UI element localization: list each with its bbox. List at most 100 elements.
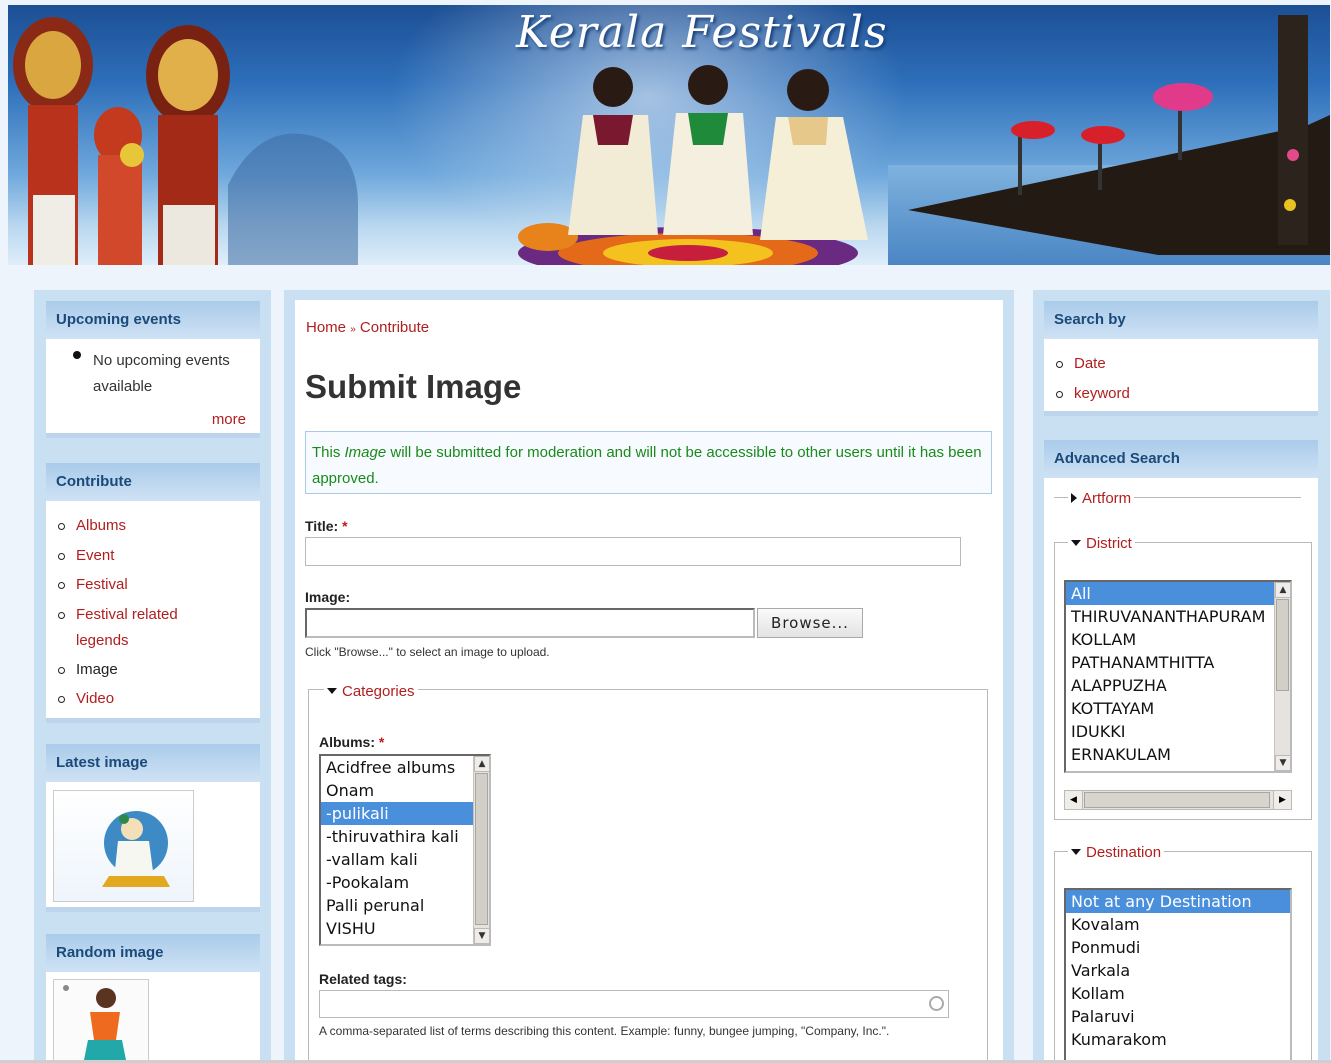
date-link[interactable]: Date: [1074, 355, 1106, 372]
random-image-thumbnail[interactable]: [53, 979, 149, 1063]
district-scrollbar[interactable]: ▲ ▼: [1274, 582, 1290, 771]
related-tags-help: A comma-separated list of terms describi…: [319, 1024, 890, 1038]
album-option[interactable]: VISHU: [321, 917, 489, 940]
albums-link[interactable]: Albums: [76, 517, 126, 534]
more-link[interactable]: more: [212, 411, 246, 428]
destination-legend-text[interactable]: Destination: [1086, 844, 1161, 861]
album-option[interactable]: -Pookalam: [321, 871, 489, 894]
latest-image-thumbnail[interactable]: [53, 790, 194, 902]
district-legend-text[interactable]: District: [1086, 535, 1132, 552]
triangle-right-icon: [1071, 493, 1077, 503]
artform-legend[interactable]: Artform: [1068, 490, 1135, 507]
albums-scrollbar[interactable]: ▲ ▼: [473, 756, 489, 944]
destination-option[interactable]: Kumarakom: [1066, 1028, 1290, 1051]
destination-option[interactable]: Kollam: [1066, 982, 1290, 1005]
district-select[interactable]: All THIRUVANANTHAPURAM KOLLAM PATHANAMTH…: [1064, 580, 1292, 773]
image-file-input[interactable]: [305, 608, 755, 638]
block-title: Upcoming events: [46, 301, 260, 339]
keyword-link[interactable]: keyword: [1074, 385, 1130, 402]
scroll-up-arrow-icon[interactable]: ▲: [474, 756, 489, 772]
destination-option[interactable]: Palaruvi: [1066, 1005, 1290, 1028]
album-option[interactable]: -vallam kali: [321, 848, 489, 871]
district-legend[interactable]: District: [1068, 535, 1135, 552]
contribute-item-image[interactable]: Image: [46, 657, 260, 683]
block-title: Latest image: [46, 744, 260, 782]
search-by-date[interactable]: Date: [1044, 351, 1130, 377]
image-help-text: Click "Browse..." to select an image to …: [305, 645, 550, 659]
breadcrumb: Home » Contribute: [306, 319, 429, 336]
scroll-thumb[interactable]: [475, 773, 488, 925]
search-by-list: Date keyword: [1044, 351, 1130, 407]
destination-option[interactable]: Kovalam: [1066, 913, 1290, 936]
latest-image-block: Latest image: [46, 744, 260, 912]
district-option[interactable]: ALAPPUZHA: [1066, 674, 1290, 697]
albums-label-text: Albums:: [319, 734, 375, 750]
album-option[interactable]: Acidfree albums: [321, 756, 489, 779]
categories-legend-text[interactable]: Categories: [342, 683, 415, 700]
destination-option-selected[interactable]: Not at any Destination: [1066, 890, 1290, 913]
contribute-item-legends[interactable]: Festival related legends: [46, 602, 216, 654]
festival-link[interactable]: Festival: [76, 576, 128, 593]
district-option[interactable]: KOTTAYAM: [1066, 697, 1290, 720]
block-title: Advanced Search: [1044, 440, 1318, 478]
bullet-icon: [73, 351, 81, 359]
main-content: Home » Contribute Submit Image This Imag…: [295, 300, 1003, 1063]
breadcrumb-separator: »: [350, 324, 356, 335]
destination-select[interactable]: Not at any Destination Kovalam Ponmudi V…: [1064, 888, 1292, 1063]
contribute-list: Albums Event Festival Festival related l…: [46, 513, 260, 712]
block-title: Search by: [1044, 301, 1318, 339]
albums-select[interactable]: Acidfree albums Onam -pulikali -thiruvat…: [319, 754, 491, 946]
krishna-illustration: [102, 811, 170, 887]
destination-legend[interactable]: Destination: [1068, 844, 1165, 861]
district-horizontal-scrollbar[interactable]: ◀ ▶: [1064, 790, 1292, 810]
image-current[interactable]: Image: [76, 661, 118, 678]
title-input[interactable]: [305, 537, 961, 566]
related-tags-input[interactable]: [319, 990, 949, 1018]
destination-option[interactable]: Varkala: [1066, 959, 1290, 982]
district-option[interactable]: ERNAKULAM: [1066, 743, 1290, 766]
upcoming-events-block: Upcoming events No upcoming events avail…: [46, 301, 260, 438]
legends-link[interactable]: Festival related legends: [76, 606, 178, 649]
title-label: Title: *: [305, 518, 348, 534]
scroll-thumb[interactable]: [1084, 792, 1270, 808]
throbber-icon: [929, 996, 944, 1011]
scroll-thumb[interactable]: [1276, 599, 1289, 691]
album-option[interactable]: -thiruvathira kali: [321, 825, 489, 848]
scroll-right-arrow-icon[interactable]: ▶: [1273, 791, 1291, 809]
notice-emphasis: Image: [344, 444, 387, 461]
block-footer: [46, 907, 260, 912]
triangle-down-icon: [327, 688, 337, 694]
district-option[interactable]: PATHANAMTHITTA: [1066, 651, 1290, 674]
destination-option[interactable]: Ponmudi: [1066, 936, 1290, 959]
contribute-item-albums[interactable]: Albums: [46, 513, 260, 539]
event-link[interactable]: Event: [76, 547, 114, 564]
district-option-selected[interactable]: All: [1066, 582, 1290, 605]
search-by-keyword[interactable]: keyword: [1044, 381, 1130, 407]
breadcrumb-contribute[interactable]: Contribute: [360, 319, 429, 336]
scroll-down-arrow-icon[interactable]: ▼: [1275, 755, 1290, 771]
district-option[interactable]: THIRUVANANTHAPURAM: [1066, 605, 1290, 628]
breadcrumb-home[interactable]: Home: [306, 319, 346, 336]
triangle-down-icon: [1071, 849, 1081, 855]
advanced-search-block: Advanced Search Artform District All THI…: [1044, 440, 1318, 1063]
scroll-down-arrow-icon[interactable]: ▼: [474, 928, 489, 944]
categories-legend[interactable]: Categories: [324, 683, 418, 700]
video-link[interactable]: Video: [76, 690, 114, 707]
image-label: Image:: [305, 589, 351, 605]
album-option[interactable]: Onam: [321, 779, 489, 802]
contribute-item-video[interactable]: Video: [46, 686, 260, 712]
theyyam-figures: [13, 17, 230, 265]
contribute-item-festival[interactable]: Festival: [46, 572, 260, 598]
browse-button[interactable]: Browse...: [757, 608, 863, 638]
album-option-selected[interactable]: -pulikali: [321, 802, 489, 825]
scroll-left-arrow-icon[interactable]: ◀: [1065, 791, 1083, 809]
block-footer: [46, 718, 260, 723]
album-option[interactable]: Palli perunal: [321, 894, 489, 917]
artform-legend-text[interactable]: Artform: [1082, 490, 1131, 507]
district-option[interactable]: IDUKKI: [1066, 720, 1290, 743]
required-marker: *: [342, 518, 348, 534]
scroll-up-arrow-icon[interactable]: ▲: [1275, 582, 1290, 598]
district-option[interactable]: KOLLAM: [1066, 628, 1290, 651]
contribute-item-event[interactable]: Event: [46, 543, 260, 569]
search-by-block: Search by Date keyword: [1044, 301, 1318, 416]
